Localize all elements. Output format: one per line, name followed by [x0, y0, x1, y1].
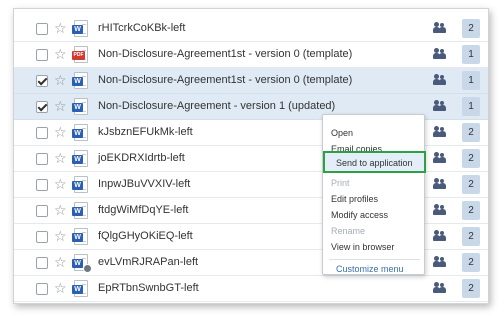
version-count-badge[interactable]: 1 — [462, 71, 480, 90]
version-count-badge[interactable]: 2 — [462, 201, 480, 220]
word-file-icon: W — [72, 72, 88, 89]
menu-item-customize-menu[interactable]: Customize menu — [336, 264, 404, 274]
pdf-file-icon: PDF — [72, 46, 88, 63]
favorite-star-icon[interactable]: ☆ — [54, 150, 67, 166]
menu-item-view-in-browser[interactable]: View in browser — [331, 242, 394, 252]
row-checkbox[interactable] — [36, 231, 48, 243]
row-checkbox[interactable] — [36, 127, 48, 139]
file-name[interactable]: Non-Disclosure-Agreement1st - version 0 … — [98, 74, 352, 86]
menu-item-modify-access[interactable]: Modify access — [331, 210, 388, 220]
row-checkbox[interactable] — [36, 49, 48, 61]
shared-users-icon[interactable] — [433, 74, 447, 86]
word-file-icon: W — [72, 176, 88, 193]
version-count-badge[interactable]: 1 — [462, 97, 480, 116]
file-row[interactable]: ☆ W Non-Disclosure-Agreement1st - version … — [14, 68, 488, 94]
favorite-star-icon[interactable]: ☆ — [54, 176, 67, 192]
word-file-icon: W — [72, 98, 88, 115]
file-type-badge: W — [72, 285, 83, 294]
word-file-icon: W — [72, 228, 88, 245]
shared-users-icon[interactable] — [433, 204, 447, 216]
menu-item-print: Print — [331, 178, 350, 188]
menu-item-edit-profiles[interactable]: Edit profiles — [331, 194, 378, 204]
version-count-badge[interactable]: 2 — [462, 175, 480, 194]
version-count-badge[interactable]: 2 — [462, 279, 480, 298]
file-name[interactable]: kJsbznEFUkMk-left — [98, 126, 193, 138]
file-list-panel: ☆ WrHITcrkCoKBk-left 2 ☆ PDF Non-Disclosure-A… — [13, 8, 489, 304]
row-checkbox[interactable] — [36, 179, 48, 191]
word-file-icon: W — [72, 202, 88, 219]
version-count-badge[interactable]: 2 — [462, 19, 480, 38]
file-type-badge: W — [72, 103, 83, 112]
file-type-badge: W — [72, 233, 83, 242]
file-type-badge: PDF — [72, 51, 85, 60]
shared-users-icon[interactable] — [433, 230, 447, 242]
file-name[interactable]: ftdgWiMfDqYE-left — [98, 204, 188, 216]
favorite-star-icon[interactable]: ☆ — [54, 124, 67, 140]
favorite-star-icon[interactable]: ☆ — [54, 20, 67, 36]
file-name[interactable]: joEKDRXIdrtb-left — [98, 152, 185, 164]
menu-item-send-to-application[interactable]: Send to application — [323, 151, 426, 173]
context-menu: Open Email copies Send to application Pr… — [322, 114, 426, 275]
file-type-badge: W — [72, 25, 83, 34]
shared-users-icon[interactable] — [433, 178, 447, 190]
shared-users-icon[interactable] — [433, 48, 447, 60]
file-type-badge: W — [72, 77, 83, 86]
file-type-badge: W — [72, 259, 83, 268]
file-name[interactable]: Non-Disclosure-Agreement - version 1 (up… — [98, 100, 335, 112]
version-count-badge[interactable]: 2 — [462, 253, 480, 272]
favorite-star-icon[interactable]: ☆ — [54, 98, 67, 114]
shared-users-icon[interactable] — [433, 256, 447, 268]
favorite-star-icon[interactable]: ☆ — [54, 72, 67, 88]
file-name[interactable]: EpRTbnSwnbGT-left — [98, 282, 199, 294]
word-file-icon: W — [72, 150, 88, 167]
shared-users-icon[interactable] — [433, 22, 447, 34]
menu-item-rename: Rename — [331, 226, 366, 236]
shared-users-icon[interactable] — [433, 126, 447, 138]
row-checkbox[interactable] — [36, 283, 48, 295]
file-name[interactable]: rHITcrkCoKBk-left — [98, 22, 185, 34]
word-file-icon: W — [72, 280, 88, 297]
row-checkbox[interactable] — [36, 257, 48, 269]
favorite-star-icon[interactable]: ☆ — [54, 228, 67, 244]
favorite-star-icon[interactable]: ☆ — [54, 46, 67, 62]
version-count-badge[interactable]: 2 — [462, 227, 480, 246]
version-count-badge[interactable]: 2 — [462, 123, 480, 142]
shared-users-icon[interactable] — [433, 152, 447, 164]
file-type-badge: W — [72, 181, 83, 190]
row-checkbox[interactable] — [36, 75, 48, 87]
file-type-badge: W — [72, 129, 83, 138]
file-row[interactable]: ☆ PDF Non-Disclosure-Agreement1st - versio… — [14, 42, 488, 68]
file-name[interactable]: evLVmRJRAPan-left — [98, 256, 198, 268]
row-checkbox[interactable] — [36, 153, 48, 165]
file-row[interactable]: ☆ W EpRTbnSwnbGT-left 2 — [14, 276, 488, 302]
checked-out-icon — [83, 264, 92, 273]
menu-item-open[interactable]: Open — [331, 128, 353, 138]
shared-users-icon[interactable] — [433, 100, 447, 112]
file-type-badge: W — [72, 207, 83, 216]
file-type-badge: W — [72, 155, 83, 164]
file-name[interactable]: Non-Disclosure-Agreement1st - version 0 … — [98, 48, 352, 60]
word-file-icon: W — [72, 254, 92, 273]
row-checkbox[interactable] — [36, 101, 48, 113]
shared-users-icon[interactable] — [433, 282, 447, 294]
favorite-star-icon[interactable]: ☆ — [54, 254, 67, 270]
menu-separator — [329, 259, 420, 260]
file-name[interactable]: fQlgGHyOKiEQ-left — [98, 230, 193, 242]
file-name[interactable]: InpwJBuVVXIV-left — [98, 178, 190, 190]
word-file-icon: W — [72, 124, 88, 141]
version-count-badge[interactable]: 1 — [462, 45, 480, 64]
row-checkbox[interactable] — [36, 23, 48, 35]
file-row[interactable]: ☆ WrHITcrkCoKBk-left 2 — [14, 16, 488, 42]
version-count-badge[interactable]: 2 — [462, 149, 480, 168]
favorite-star-icon[interactable]: ☆ — [54, 202, 67, 218]
word-file-icon: W — [72, 20, 88, 37]
row-checkbox[interactable] — [36, 205, 48, 217]
favorite-star-icon[interactable]: ☆ — [54, 280, 67, 296]
